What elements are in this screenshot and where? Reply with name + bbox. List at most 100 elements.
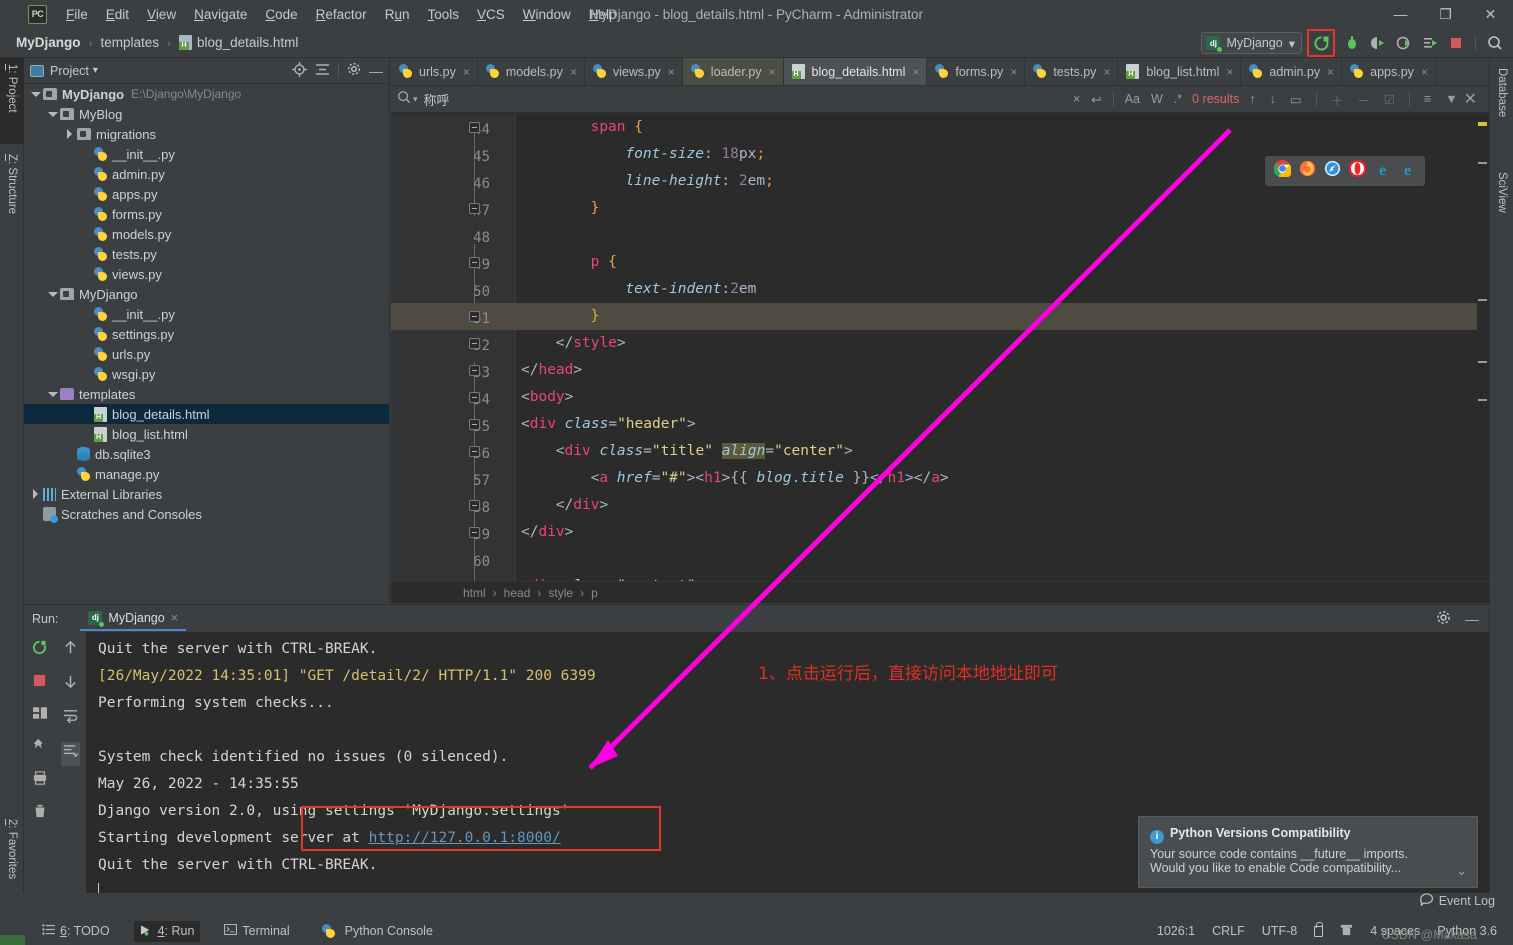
tree-item-apps-py[interactable]: apps.py [24,184,389,204]
pin-icon[interactable] [33,738,47,757]
rerun-icon[interactable] [1313,35,1330,52]
scroll-down-icon[interactable] [63,674,78,694]
editor-tab-models-py[interactable]: models.py × [478,58,585,85]
minimize-button[interactable]: — [1378,0,1423,28]
close-tab-icon[interactable]: × [1327,65,1334,79]
close-tab-icon[interactable]: × [1421,65,1428,79]
code-fold-toggle-icon[interactable] [469,203,480,214]
find-next-icon[interactable]: ↓ [1270,92,1276,106]
code-fold-toggle-icon[interactable] [469,527,480,538]
status-tab-todo[interactable]: 6: TODO [36,921,116,941]
edge-icon[interactable]: e [1374,162,1391,180]
editor-tab-views-py[interactable]: views.py × [585,58,683,85]
tree-item-blog-list-html[interactable]: blog_list.html [24,424,389,444]
menu-edit[interactable]: Edit [97,4,138,25]
code-fold-toggle-icon[interactable] [469,338,480,349]
editor-tab-forms-py[interactable]: forms.py × [927,58,1026,85]
editor-tab-loader-py[interactable]: loader.py × [682,58,784,85]
menu-navigate[interactable]: Navigate [185,4,256,25]
tree-item-urls-py[interactable]: urls.py [24,344,389,364]
close-tab-icon[interactable]: × [1226,65,1233,79]
close-tab-icon[interactable]: × [1103,65,1110,79]
code-line[interactable] [521,222,530,249]
tree-item-blog-details-html[interactable]: blog_details.html [24,404,389,424]
editor-breadcrumb-p[interactable]: p [591,586,598,600]
code-line[interactable]: <div class="title" align="center"> [521,438,853,465]
firefox-icon[interactable] [1299,160,1316,182]
editor-breadcrumb-html[interactable]: html [463,586,486,600]
search-icon[interactable] [397,90,411,109]
code-line[interactable]: </div> [521,492,608,519]
preserve-case-icon[interactable]: ≡ [1424,92,1431,106]
code-fold-toggle-icon[interactable] [469,257,480,268]
close-button[interactable]: ✕ [1468,0,1513,28]
breadcrumb-folder[interactable]: templates [97,34,164,51]
menu-refactor[interactable]: Refactor [307,4,376,25]
menu-view[interactable]: View [138,4,185,25]
sidebar-item-database[interactable]: Database [1490,62,1513,160]
scroll-up-icon[interactable] [63,640,78,660]
tree-item-tests-py[interactable]: tests.py [24,244,389,264]
code-fold-toggle-icon[interactable] [469,122,480,133]
code-line[interactable]: text-indent:2em [521,276,756,303]
tree-item-manage-py[interactable]: manage.py [24,464,389,484]
hide-panel-icon[interactable]: — [1465,611,1479,627]
tree-toggle-arrow-icon[interactable] [30,89,41,100]
editor-tab-admin-py[interactable]: admin.py × [1241,58,1343,85]
notification-balloon[interactable]: i Python Versions Compatibility Your sour… [1138,816,1478,888]
code-line[interactable]: line-height: 2em; [521,168,773,195]
menu-run[interactable]: Run [376,4,419,25]
event-log-button[interactable]: Event Log [1419,893,1495,909]
filter-icon[interactable]: ▼ [1445,92,1457,106]
regex-toggle[interactable]: .* [1174,92,1182,106]
close-icon[interactable]: × [171,611,178,625]
wrap-search-icon[interactable]: ↩ [1091,92,1101,107]
code-line[interactable]: } [521,195,600,222]
code-line[interactable]: <div class="content"> [521,573,704,581]
tree-item-settings-py[interactable]: settings.py [24,324,389,344]
search-everywhere-icon[interactable] [1483,31,1507,55]
code-line[interactable]: <a href="#"><h1>{{ blog.title }}</h1></a… [521,465,949,492]
gear-icon[interactable] [1436,610,1451,628]
tree-item-db-sqlite3[interactable]: db.sqlite3 [24,444,389,464]
code-line[interactable]: <body> [521,384,573,411]
tree-toggle-arrow-icon[interactable] [30,488,41,500]
chevron-down-icon[interactable]: ⌄ [1456,863,1467,879]
close-search-icon[interactable]: ✕ [1464,89,1477,109]
code-line[interactable]: </div> [521,519,573,546]
menu-vcs[interactable]: VCS [468,4,514,25]
chrome-icon[interactable] [1273,160,1293,182]
close-tab-icon[interactable]: × [769,65,776,79]
editor-tab-blog-details-html[interactable]: blog_details.html × [783,58,928,85]
menu-help[interactable]: Help [580,4,626,25]
tree-item-views-py[interactable]: views.py [24,264,389,284]
editor-tab-bar[interactable]: urls.py×models.py×views.py×loader.py×blo… [391,58,1489,86]
code-fold-toggle-icon[interactable] [469,419,480,430]
editor-breadcrumb-style[interactable]: style [548,586,573,600]
locate-icon[interactable] [292,61,307,80]
editor-tab-urls-py[interactable]: urls.py × [391,58,478,85]
code-line[interactable]: font-size: 18px; [521,141,765,168]
whole-words-toggle[interactable]: W [1151,92,1163,106]
stop-icon[interactable] [33,674,46,692]
status-tab-terminal[interactable]: Terminal [218,921,295,941]
tree-toggle-arrow-icon[interactable] [47,109,58,120]
trash-icon[interactable] [33,804,47,823]
menu-code[interactable]: Code [256,4,306,25]
soft-wrap-icon[interactable] [63,708,78,728]
run-configuration-selector[interactable]: dj MyDjango ▾ [1201,32,1302,54]
editor-tab-apps-py[interactable]: apps.py × [1342,58,1436,85]
code-line[interactable]: </style> [521,330,626,357]
breadcrumb-project[interactable]: MyDjango [12,34,85,51]
breadcrumb-file[interactable]: blog_details.html [175,34,302,51]
code-line[interactable] [521,546,530,573]
editor-tab-blog-list-html[interactable]: blog_list.html × [1118,58,1242,85]
search-history-caret-icon[interactable]: ▾ [413,94,418,105]
tree-item---init---py[interactable]: __init__.py [24,304,389,324]
select-all-occurrences-icon[interactable]: ▭ [1290,92,1302,107]
chevron-down-icon[interactable]: ▾ [93,65,98,76]
sidebar-item-structure[interactable]: Z: Structure [0,148,24,248]
file-encoding[interactable]: UTF-8 [1262,924,1297,938]
stop-button[interactable] [1444,31,1468,55]
gear-icon[interactable] [347,62,361,79]
